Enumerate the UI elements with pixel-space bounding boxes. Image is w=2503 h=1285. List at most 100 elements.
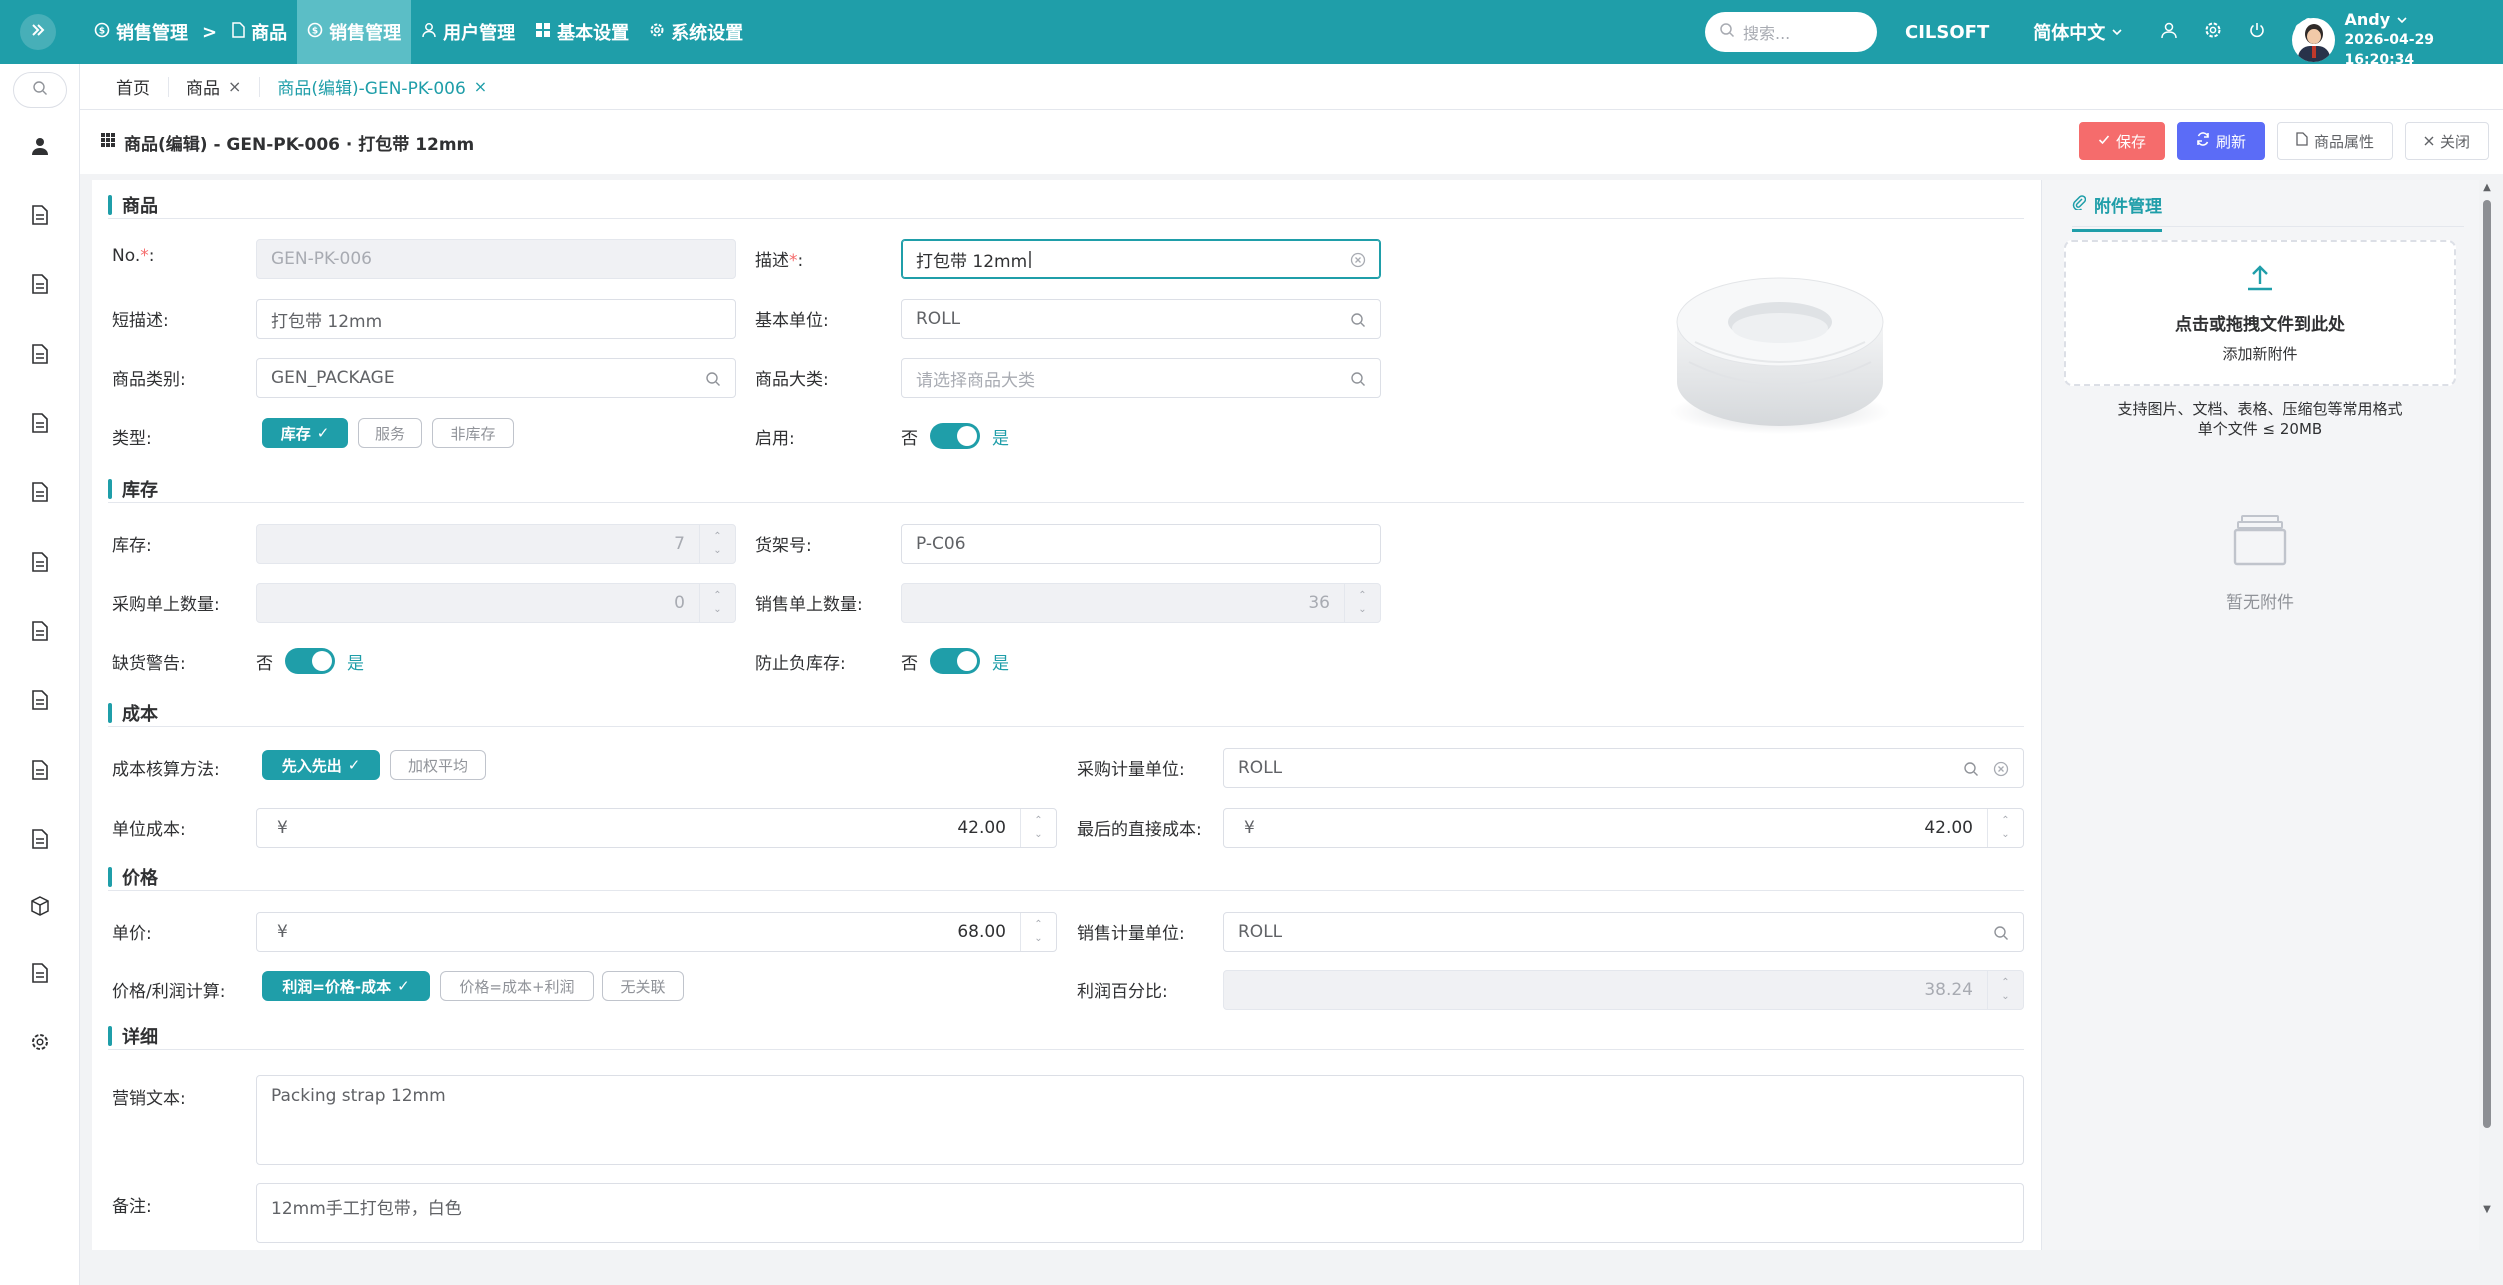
nav-system-settings[interactable]: 系统设置	[639, 0, 753, 64]
tab-home[interactable]: 首页	[98, 64, 168, 110]
sidebar-item-document-1[interactable]	[28, 205, 52, 229]
purchase-unit-field[interactable]: ROLL	[1223, 748, 2024, 788]
sidebar-item-settings[interactable]	[28, 1032, 52, 1056]
refresh-button[interactable]: 刷新	[2176, 122, 2265, 160]
nav-sales-management[interactable]: $ 销售管理	[84, 0, 198, 64]
close-button[interactable]: 关闭	[2404, 122, 2489, 160]
type-option-service[interactable]: 服务	[358, 418, 422, 448]
last-direct-cost-field[interactable]: ¥ 42.00 ⌃ ⌄	[1223, 808, 2024, 848]
nav-basic-settings[interactable]: 基本设置	[525, 0, 639, 64]
global-search-input[interactable]: 搜索...	[1705, 12, 1877, 52]
description-label: 描述*:	[755, 251, 804, 271]
nav-user-management[interactable]: 用户管理	[411, 0, 525, 64]
costing-option-fifo[interactable]: 先入先出 ✓	[262, 750, 380, 780]
save-button[interactable]: 保存	[2078, 122, 2165, 160]
language-selector[interactable]: 简体中文	[2033, 19, 2123, 45]
search-icon[interactable]	[1348, 310, 1368, 330]
description-field[interactable]: 打包带 12mm |	[901, 239, 1381, 279]
scrollbar-thumb[interactable]	[2483, 200, 2491, 1128]
nav-product[interactable]: 商品	[221, 0, 297, 64]
clear-icon[interactable]	[1348, 250, 1368, 270]
search-icon[interactable]	[1348, 369, 1368, 389]
search-icon[interactable]	[1961, 759, 1981, 779]
scroll-up-arrow[interactable]: ▲	[2481, 182, 2493, 193]
unit-cost-field[interactable]: ¥ 42.00 ⌃ ⌄	[256, 808, 1057, 848]
stepper-icon[interactable]: ⌃ ⌄	[1020, 913, 1056, 951]
type-option-non-inventory[interactable]: 非库存	[432, 418, 514, 448]
stepper-icon[interactable]: ⌃ ⌄	[1987, 809, 2023, 847]
nav-label: 销售管理	[329, 23, 402, 44]
category-label: 商品类别:	[112, 370, 186, 390]
section-divider	[108, 726, 2024, 727]
major-category-field[interactable]: 请选择商品大类	[901, 358, 1381, 398]
sidebar-item-box[interactable]	[28, 896, 52, 920]
product-form: 商品 No.*: GEN-PK-006 描述*: 打包带 12mm | 短描述: …	[92, 180, 2041, 1250]
chevron-down-icon	[2111, 22, 2123, 43]
section-divider	[108, 218, 2024, 219]
settings-button[interactable]	[2197, 16, 2229, 48]
clear-icon[interactable]	[1991, 759, 2011, 779]
base-unit-field[interactable]: ROLL	[901, 299, 1381, 339]
search-icon[interactable]	[703, 369, 723, 389]
properties-label: 商品属性	[2313, 132, 2374, 151]
close-icon[interactable]: ×	[228, 77, 241, 96]
document-icon	[31, 552, 49, 576]
sidebar-item-document-6[interactable]	[28, 552, 52, 576]
document-icon	[31, 760, 49, 784]
shelf-no-field[interactable]: P-C06	[901, 524, 1381, 564]
sidebar-item-document-7[interactable]	[28, 621, 52, 645]
remark-field[interactable]: 12mm手工打包带，白色	[256, 1183, 2024, 1243]
nav-sales-management-active[interactable]: $ 销售管理	[297, 0, 412, 64]
sidebar-item-document-3[interactable]	[28, 344, 52, 368]
sidebar-search-button[interactable]	[13, 72, 67, 108]
language-label: 简体中文	[2033, 23, 2106, 44]
close-icon[interactable]: ×	[474, 77, 487, 96]
tab-product[interactable]: 商品 ×	[168, 64, 259, 110]
sidebar-item-document-10[interactable]	[28, 829, 52, 853]
marketing-text-field[interactable]: Packing strap 12mm	[256, 1075, 2024, 1165]
shortage-warning-label: 缺货警告:	[112, 654, 186, 674]
upload-dropzone[interactable]: 点击或拖拽文件到此处 添加新附件	[2064, 240, 2456, 386]
grid-icon	[100, 132, 116, 153]
tab-label: 商品	[186, 79, 220, 99]
document-icon	[31, 690, 49, 714]
unit-price-field[interactable]: ¥ 68.00 ⌃ ⌄	[256, 912, 1057, 952]
user-menu[interactable]: Andy 2026-04-29 16:20:34	[2292, 10, 2503, 70]
sidebar-item-document-8[interactable]	[28, 690, 52, 714]
short-desc-field[interactable]: 打包带 12mm	[256, 299, 736, 339]
stepper-icon[interactable]: ⌃ ⌄	[1020, 809, 1056, 847]
no-field: GEN-PK-006	[256, 239, 736, 279]
profile-button[interactable]	[2153, 16, 2185, 48]
prevent-negative-switch[interactable]: 否是	[901, 648, 1009, 674]
sidebar-item-document-5[interactable]	[28, 482, 52, 506]
product-properties-button[interactable]: 商品属性	[2276, 122, 2393, 160]
sales-unit-field[interactable]: ROLL	[1223, 912, 2024, 952]
logout-button[interactable]	[2241, 16, 2273, 48]
svg-text:$: $	[99, 26, 105, 36]
empty-box-icon	[2232, 514, 2288, 570]
sidebar-item-document-11[interactable]	[28, 963, 52, 987]
menu-toggle-button[interactable]	[20, 14, 56, 50]
enabled-switch[interactable]: 否是	[901, 423, 1009, 449]
tab-product-edit[interactable]: 商品(编辑)-GEN-PK-006 ×	[259, 64, 505, 110]
user-icon	[2160, 21, 2178, 44]
scroll-down-arrow[interactable]: ▼	[2481, 1204, 2493, 1215]
sidebar-item-user[interactable]	[28, 136, 52, 160]
svg-text:$: $	[312, 26, 318, 36]
shortage-warning-switch[interactable]: 否是	[256, 648, 364, 674]
attachment-panel: 附件管理 点击或拖拽文件到此处 添加新附件 支持图片、文档、表格、压缩包等常用格…	[2041, 180, 2479, 1250]
search-icon[interactable]	[1991, 923, 2011, 943]
sidebar-item-document-9[interactable]	[28, 760, 52, 784]
calc-option-profit[interactable]: 利润=价格-成本 ✓	[262, 971, 430, 1001]
calc-option-price[interactable]: 价格=成本+利润	[440, 971, 594, 1001]
sidebar-item-document-2[interactable]	[28, 274, 52, 298]
page-title: 商品(编辑) - GEN-PK-006 · 打包带 12mm	[100, 130, 474, 155]
sidebar-item-document-4[interactable]	[28, 413, 52, 437]
costing-option-weighted[interactable]: 加权平均	[390, 750, 486, 780]
calc-option-none[interactable]: 无关联	[602, 971, 684, 1001]
type-option-inventory[interactable]: 库存 ✓	[262, 418, 348, 448]
page-scrollbar[interactable]: ▲ ▼	[2479, 180, 2495, 1220]
category-field[interactable]: GEN_PACKAGE	[256, 358, 736, 398]
document-icon	[31, 344, 49, 368]
top-nav: $ 销售管理 > 商品 $ 销售管理 用户管理 基本设置 系统设置	[84, 0, 753, 64]
